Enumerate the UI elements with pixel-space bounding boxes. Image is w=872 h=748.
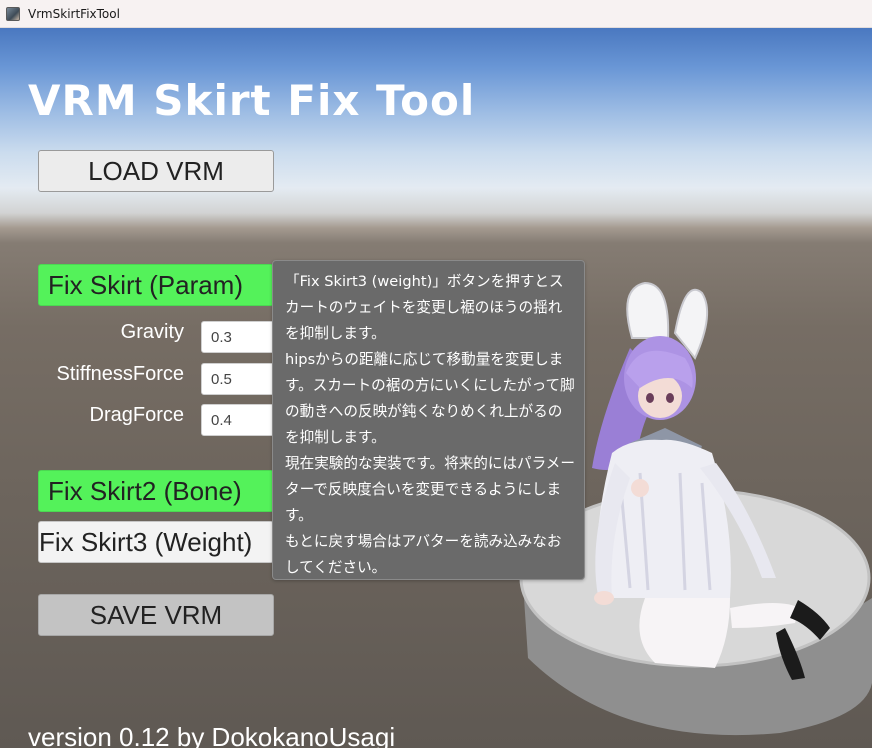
version-label: version 0.12 by DokokanoUsagi [28,722,396,748]
drag-force-label: DragForce [89,404,184,426]
gravity-label: Gravity [120,321,184,343]
save-vrm-button[interactable]: SAVE VRM [38,594,274,636]
window-title: VrmSkirtFixTool [28,6,120,21]
scene-viewport: VRM Skirt Fix Tool LOAD VRM Fix Skirt (P… [0,28,872,748]
app-title: VRM Skirt Fix Tool [28,76,476,125]
load-vrm-button[interactable]: LOAD VRM [38,150,274,192]
window-titlebar: VrmSkirtFixTool [0,0,872,28]
fix-skirt-weight-button[interactable]: Fix Skirt3 (Weight) [38,521,274,563]
fix-skirt-bone-button[interactable]: Fix Skirt2 (Bone) [38,470,274,512]
fix-skirt3-tooltip: 「Fix Skirt3 (weight)」ボタンを押すとスカートのウェイトを変更… [272,260,585,580]
fix-skirt-param-button[interactable]: Fix Skirt (Param) [38,264,274,306]
app-icon [6,6,20,21]
stiffness-force-label: StiffnessForce [56,363,184,385]
